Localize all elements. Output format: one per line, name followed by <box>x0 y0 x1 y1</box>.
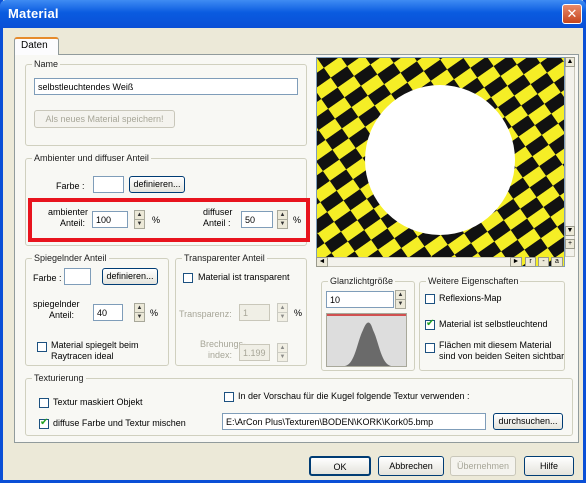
refraction-spinner[interactable]: ▲ ▼ <box>277 343 288 362</box>
raytrace-ideal-label-2: Raytracen ideal <box>51 351 114 361</box>
mix-diffuse-texture-checkbox[interactable] <box>39 417 49 429</box>
spin-down-icon[interactable]: ▼ <box>278 313 287 322</box>
tab-daten[interactable]: Daten <box>14 37 59 55</box>
texture-mask-checkbox[interactable] <box>39 398 49 408</box>
two-sided-label-2: sind von beiden Seiten sichtbar <box>439 351 565 361</box>
material-transparent-label: Material ist transparent <box>198 272 290 282</box>
scroll-right-icon[interactable]: ► <box>510 257 522 267</box>
material-name-input[interactable]: selbstleuchtendes Weiß <box>34 78 298 95</box>
transparency-input[interactable]: 1 <box>239 304 270 321</box>
browse-button[interactable]: durchsuchen... <box>493 413 563 430</box>
preview-sphere <box>365 85 515 235</box>
ambient-group-legend: Ambienter und diffuser Anteil <box>32 153 151 163</box>
ambient-color-label: Farbe : <box>56 181 85 191</box>
highlight-curve <box>327 322 406 366</box>
window-title: Material <box>8 6 59 21</box>
reflexion-map-checkbox[interactable] <box>425 294 435 304</box>
name-group-legend: Name <box>32 59 61 69</box>
transparency-unit: % <box>294 308 303 318</box>
spin-down-icon[interactable]: ▼ <box>135 313 144 322</box>
name-group: Name <box>25 59 307 146</box>
transparency-label: Transparenz: <box>179 309 232 319</box>
preview-r-button[interactable]: r <box>525 257 536 267</box>
specular-color-label: Farbe : <box>33 273 62 283</box>
spin-up-icon[interactable]: ▲ <box>278 304 287 313</box>
reflexion-map-label: Reflexions-Map <box>439 293 502 303</box>
preview-vertical-scrollbar[interactable]: ▲ ▼ + <box>565 57 575 257</box>
highlight-size-input[interactable]: 10 <box>326 291 394 308</box>
raytrace-ideal-label-1: Material spiegelt beim <box>51 340 139 350</box>
ok-button[interactable]: OK <box>309 456 371 476</box>
cancel-button[interactable]: Abbrechen <box>378 456 444 476</box>
spin-up-icon[interactable]: ▲ <box>135 304 144 313</box>
material-transparent-checkbox[interactable] <box>183 273 193 283</box>
scroll-left-icon[interactable]: ◄ <box>316 257 328 267</box>
preview-a-button[interactable]: a <box>551 257 563 267</box>
specular-color-swatch[interactable] <box>64 268 91 285</box>
mix-diffuse-texture-label: diffuse Farbe und Textur mischen <box>53 418 186 428</box>
preview-minus-button[interactable]: - <box>538 257 549 267</box>
specular-share-label-2: Anteil: <box>49 310 75 320</box>
refraction-label-2: index: <box>208 350 233 360</box>
preview-render <box>317 58 564 266</box>
specular-unit: % <box>150 308 159 318</box>
apply-button[interactable]: Übernehmen <box>450 456 516 476</box>
preview-texture-label: In der Vorschau für die Kugel folgende T… <box>238 391 470 401</box>
spin-down-icon[interactable]: ▼ <box>278 353 287 362</box>
material-dialog: Material ✕ Daten Name selbstleuchtendes … <box>0 0 586 483</box>
highlight-annotation <box>28 198 310 242</box>
specular-share-label-1: spiegelnder <box>33 299 80 309</box>
texturing-legend: Texturierung <box>32 373 86 383</box>
spin-down-icon[interactable]: ▼ <box>396 300 405 309</box>
texture-mask-label: Textur maskiert Objekt <box>53 397 143 407</box>
zoom-plus-button[interactable]: + <box>565 239 575 249</box>
save-as-new-material-button[interactable]: Als neues Material speichern! <box>34 110 175 128</box>
material-preview[interactable] <box>316 57 565 267</box>
spin-up-icon[interactable]: ▲ <box>396 291 405 300</box>
specular-share-input[interactable]: 40 <box>93 304 123 321</box>
preview-texture-checkbox[interactable] <box>224 392 234 402</box>
transparent-group-legend: Transparenter Anteil <box>182 253 267 263</box>
further-properties-legend: Weitere Eigenschaften <box>426 276 521 286</box>
preview-horizontal-scrollbar[interactable]: ◄ ► <box>316 257 522 267</box>
spin-up-icon[interactable]: ▲ <box>278 344 287 353</box>
close-button[interactable]: ✕ <box>562 4 582 24</box>
refraction-index-input[interactable]: 1.199 <box>239 344 270 361</box>
self-illuminating-label: Material ist selbstleuchtend <box>439 319 548 329</box>
raytrace-ideal-checkbox[interactable] <box>37 342 47 352</box>
transparency-spinner[interactable]: ▲ ▼ <box>277 303 288 322</box>
self-illuminating-checkbox[interactable] <box>425 318 435 330</box>
ambient-color-swatch[interactable] <box>93 176 124 193</box>
help-button[interactable]: Hilfe <box>524 456 574 476</box>
highlight-curve-preview <box>326 313 407 367</box>
highlight-size-spinner[interactable]: ▲ ▼ <box>395 290 406 309</box>
highlight-size-legend: Glanzlichtgröße <box>328 276 396 286</box>
texture-path-input[interactable]: E:\ArCon Plus\Texturen\BODEN\KORK\Kork05… <box>222 413 486 430</box>
specular-group-legend: Spiegelnder Anteil <box>32 253 109 263</box>
scroll-up-icon[interactable]: ▲ <box>565 57 575 67</box>
title-bar[interactable]: Material ✕ <box>0 0 586 28</box>
two-sided-checkbox[interactable] <box>425 343 435 353</box>
specular-share-spinner[interactable]: ▲ ▼ <box>134 303 145 322</box>
specular-define-button[interactable]: definieren... <box>102 268 158 285</box>
two-sided-label-1: Flächen mit diesem Material <box>439 340 552 350</box>
scroll-down-icon[interactable]: ▼ <box>565 226 575 236</box>
ambient-define-button[interactable]: definieren... <box>129 176 185 193</box>
